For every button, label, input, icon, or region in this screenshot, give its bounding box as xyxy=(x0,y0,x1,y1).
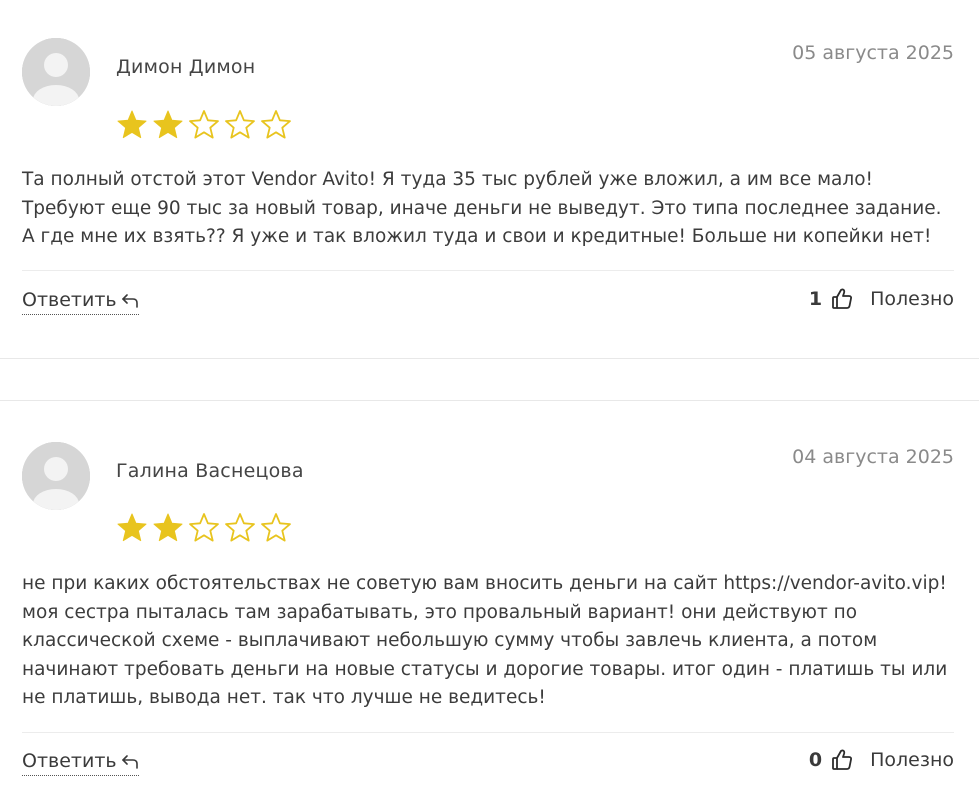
star-empty-icon xyxy=(189,110,219,139)
helpful-count: 1 xyxy=(808,288,823,310)
reply-label: Ответить xyxy=(22,750,117,772)
review-author: Димон Димон xyxy=(116,56,256,78)
review-text: Та полный отстой этот Vendor Avito! Я ту… xyxy=(22,169,942,247)
user-avatar-placeholder-icon xyxy=(22,442,90,510)
review-card: Димон Димон 05 августа 2025 Та полный от… xyxy=(0,0,979,358)
star-empty-icon xyxy=(225,110,255,139)
star-filled-icon xyxy=(153,110,183,139)
helpful-label[interactable]: Полезно xyxy=(870,288,954,310)
star-empty-icon xyxy=(189,513,219,542)
review-date: 05 августа 2025 xyxy=(792,42,954,64)
reply-arrow-icon xyxy=(121,755,138,769)
star-filled-icon xyxy=(117,110,147,139)
rating-stars xyxy=(114,510,294,546)
star-empty-icon xyxy=(261,110,291,139)
divider xyxy=(22,270,954,271)
thumbs-up-icon[interactable] xyxy=(830,287,854,311)
reply-arrow-icon xyxy=(121,294,138,308)
section-separator xyxy=(0,400,979,401)
star-empty-icon xyxy=(261,513,291,542)
thumbs-up-icon[interactable] xyxy=(830,748,854,772)
helpful-block: 1 Полезно xyxy=(809,287,954,311)
star-filled-icon xyxy=(117,513,147,542)
helpful-label[interactable]: Полезно xyxy=(870,749,954,771)
star-filled-icon xyxy=(153,513,183,542)
divider xyxy=(22,732,954,733)
avatar xyxy=(22,38,90,106)
helpful-count: 0 xyxy=(808,749,823,771)
review-card: Галина Васнецова 04 августа 2025 не при … xyxy=(0,402,979,812)
reply-button[interactable]: Ответить xyxy=(22,289,139,315)
review-text: не при каких обстоятельствах не советую … xyxy=(22,573,948,708)
review-author: Галина Васнецова xyxy=(116,460,304,482)
reply-label: Ответить xyxy=(22,289,117,311)
reply-button[interactable]: Ответить xyxy=(22,750,139,776)
star-empty-icon xyxy=(225,513,255,542)
user-avatar-placeholder-icon xyxy=(22,38,90,106)
helpful-block: 0 Полезно xyxy=(809,748,954,772)
rating-stars xyxy=(114,107,294,143)
section-separator xyxy=(0,358,979,359)
avatar xyxy=(22,442,90,510)
review-date: 04 августа 2025 xyxy=(792,446,954,468)
